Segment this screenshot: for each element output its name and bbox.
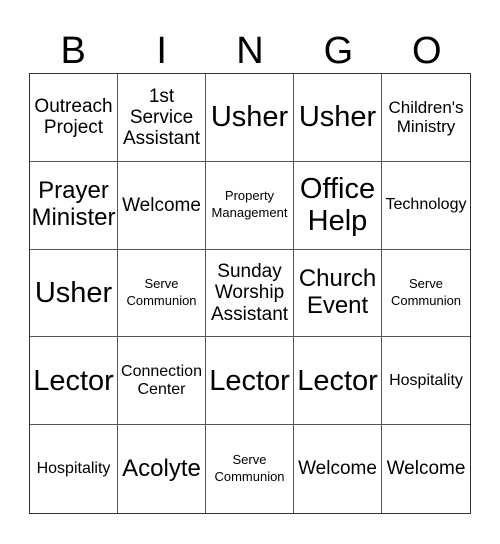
bingo-cell-label: Outreach Project	[34, 96, 113, 139]
bingo-cell[interactable]: Welcome	[294, 425, 382, 513]
bingo-cell-label: Technology	[385, 196, 467, 214]
bingo-grid: Outreach Project 1st Service Assistant Ush…	[29, 73, 471, 514]
bingo-cell[interactable]: Property Management	[206, 161, 294, 250]
bingo-cell[interactable]: Hospitality	[30, 425, 118, 513]
bingo-cell-label: Usher	[34, 276, 113, 309]
bingo-cell[interactable]: Children's Ministry	[382, 74, 470, 162]
bingo-cell-label: Connection Center	[121, 362, 202, 398]
bingo-cell[interactable]: Lector	[206, 337, 294, 426]
bingo-cell-label: Lector	[297, 364, 378, 397]
bingo-cell[interactable]: Usher	[206, 74, 294, 162]
bingo-cell-label: 1st Service Assistant	[122, 85, 201, 150]
bingo-cell[interactable]: Serve Communion	[118, 249, 206, 338]
bingo-cell[interactable]: Welcome	[382, 425, 470, 513]
bingo-cell-label: Welcome	[122, 194, 201, 216]
bingo-cell[interactable]: Lector	[30, 337, 118, 426]
bingo-header: B I N G O	[29, 28, 471, 74]
bingo-cell-label: Church Event	[298, 265, 377, 319]
bingo-cell[interactable]: Sunday Worship Assistant	[206, 249, 294, 338]
bingo-cell-label: Property Management	[211, 188, 288, 221]
header-letter-n: N	[236, 30, 264, 72]
bingo-cell[interactable]: Serve Communion	[382, 250, 470, 338]
bingo-cell-label: Usher	[298, 101, 377, 134]
header-letter-g: G	[323, 30, 354, 72]
bingo-cell-label: Serve Communion	[390, 276, 462, 308]
bingo-cell-label: Lector	[209, 364, 290, 397]
header-letter-b: B	[60, 30, 86, 72]
bingo-cell[interactable]: Usher	[294, 74, 382, 162]
header-letter-i: I	[156, 30, 167, 72]
bingo-cell-label: Serve Communion	[126, 276, 197, 308]
bingo-cell[interactable]: Lector	[294, 337, 382, 426]
header-letter-o: O	[412, 30, 442, 72]
bingo-cell-label: Sunday Worship Assistant	[210, 261, 289, 325]
bingo-cell[interactable]: Hospitality	[382, 337, 470, 426]
bingo-cell-label: Office Help	[299, 172, 376, 238]
bingo-cell[interactable]: Acolyte	[118, 425, 206, 513]
bingo-cell-label: Serve Communion	[214, 452, 285, 485]
bingo-cell-label: Children's Ministry	[388, 98, 464, 137]
bingo-cell[interactable]: Usher	[30, 249, 118, 338]
bingo-cell[interactable]: Office Help	[294, 161, 382, 250]
bingo-cell-label: Lector	[33, 364, 114, 397]
bingo-cell[interactable]: Outreach Project	[30, 74, 118, 162]
bingo-cell-label: Welcome	[298, 458, 377, 480]
bingo-cell-label: Acolyte	[122, 454, 201, 482]
bingo-cell-label: Hospitality	[36, 460, 111, 478]
bingo-cell-label: Prayer Minister	[31, 177, 116, 232]
bingo-cell[interactable]: Technology	[382, 162, 470, 250]
bingo-cell[interactable]: Welcome	[118, 161, 206, 250]
bingo-cell-label: Welcome	[386, 458, 466, 480]
bingo-cell[interactable]: Church Event	[294, 249, 382, 338]
bingo-cell-label: Usher	[210, 101, 289, 134]
bingo-cell[interactable]: 1st Service Assistant	[118, 74, 206, 162]
bingo-cell[interactable]: Serve Communion	[206, 425, 294, 513]
bingo-cell-label: Hospitality	[389, 371, 463, 389]
bingo-cell[interactable]: Prayer Minister	[30, 161, 118, 250]
bingo-cell[interactable]: Connection Center	[118, 337, 206, 426]
